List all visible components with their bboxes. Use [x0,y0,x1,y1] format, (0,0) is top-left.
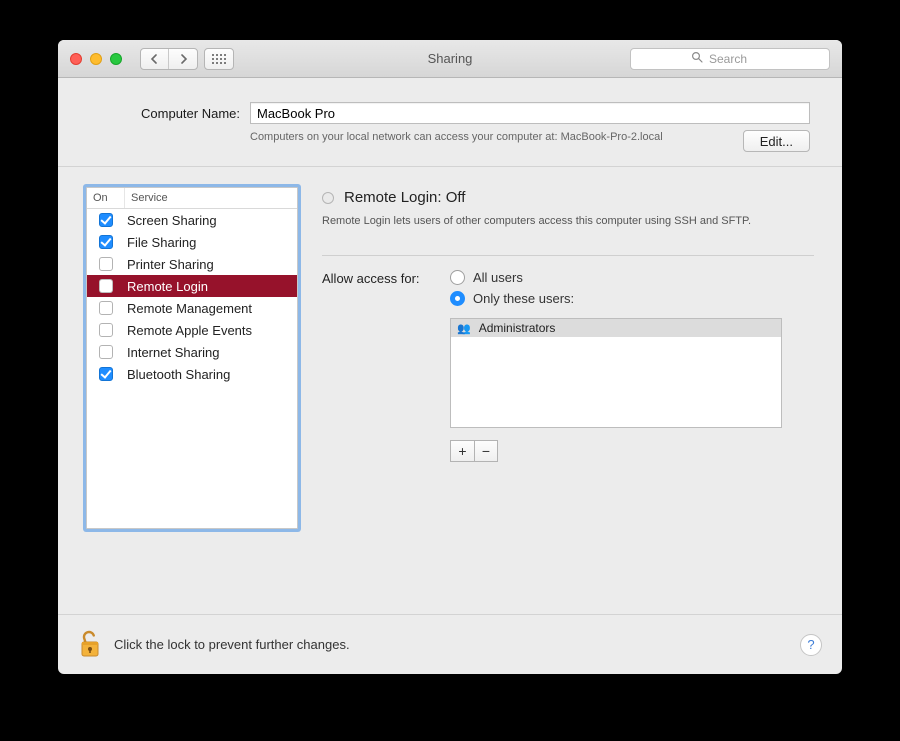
service-checkbox[interactable] [99,323,113,337]
service-checkbox[interactable] [99,235,113,249]
services-header-on: On [87,188,125,208]
service-row-remote-apple-events[interactable]: Remote Apple Events [87,319,297,341]
computer-name-section: Computer Name: Computers on your local n… [58,78,842,167]
radio-icon [450,270,465,285]
allowed-user-name: Administrators [479,321,556,335]
service-label: Internet Sharing [125,345,297,360]
show-all-prefpanes-button[interactable] [204,48,234,70]
service-row-internet-sharing[interactable]: Internet Sharing [87,341,297,363]
help-button[interactable]: ? [800,634,822,656]
lock-footer: Click the lock to prevent further change… [58,614,842,674]
service-row-remote-management[interactable]: Remote Management [87,297,297,319]
search-input[interactable] [709,52,769,66]
divider [322,255,814,256]
window-toolbar: Sharing [58,40,842,78]
services-header: On Service [87,188,297,209]
allowed-users-list[interactable]: 👥 Administrators [450,318,782,428]
radio-only-these-users-label: Only these users: [473,291,574,306]
allow-access-label: Allow access for: [322,270,440,286]
forward-button[interactable] [169,49,197,69]
computer-name-label: Computer Name: [90,106,240,121]
service-row-screen-sharing[interactable]: Screen Sharing [87,209,297,231]
toolbar-nav-group [140,48,234,70]
services-header-service: Service [125,188,297,208]
allowed-user-row[interactable]: 👥 Administrators [451,319,781,337]
service-checkbox[interactable] [99,345,113,359]
radio-icon [450,291,465,306]
back-button[interactable] [141,49,169,69]
back-forward-segment [140,48,198,70]
chevron-right-icon [179,54,188,64]
service-checkbox[interactable] [99,301,113,315]
lock-hint-text: Click the lock to prevent further change… [114,637,350,652]
radio-all-users-label: All users [473,270,523,285]
service-status-description: Remote Login lets users of other compute… [322,214,752,229]
status-indicator-icon [322,192,334,204]
chevron-left-icon [150,54,159,64]
service-checkbox[interactable] [99,213,113,227]
service-detail-pane: Remote Login: Off Remote Login lets user… [322,187,814,614]
services-list[interactable]: On Service Screen Sharing File Sharing Pri… [86,187,298,529]
service-label: File Sharing [125,235,297,250]
radio-only-these-users[interactable]: Only these users: [450,291,782,306]
service-label: Bluetooth Sharing [125,367,297,382]
close-window-button[interactable] [70,53,82,65]
service-status-title: Remote Login: Off [344,189,465,206]
service-label: Screen Sharing [125,213,297,228]
minimize-window-button[interactable] [90,53,102,65]
radio-all-users[interactable]: All users [450,270,782,285]
search-icon [691,51,703,66]
service-checkbox[interactable] [99,257,113,271]
service-row-printer-sharing[interactable]: Printer Sharing [87,253,297,275]
traffic-lights [58,53,122,65]
unlock-icon[interactable] [78,630,102,660]
computer-name-input[interactable] [250,102,810,124]
people-icon: 👥 [457,322,471,335]
add-user-button[interactable]: + [450,440,474,462]
service-label: Remote Apple Events [125,323,297,338]
grid-icon [212,54,226,64]
service-checkbox[interactable] [99,367,113,381]
remove-user-button[interactable]: − [474,440,498,462]
service-label: Remote Management [125,301,297,316]
service-row-bluetooth-sharing[interactable]: Bluetooth Sharing [87,363,297,385]
service-checkbox[interactable] [99,279,113,293]
content-area: On Service Screen Sharing File Sharing Pri… [58,167,842,614]
edit-hostname-button[interactable]: Edit... [743,130,810,152]
computer-name-hint: Computers on your local network can acce… [250,130,733,145]
service-label: Remote Login [125,279,297,294]
service-row-file-sharing[interactable]: File Sharing [87,231,297,253]
zoom-window-button[interactable] [110,53,122,65]
add-remove-user-controls: + − [450,440,782,462]
service-label: Printer Sharing [125,257,297,272]
toolbar-search-field[interactable] [630,48,830,70]
sharing-prefpane-window: Sharing Computer Name: Computers on your… [58,40,842,674]
service-row-remote-login[interactable]: Remote Login [87,275,297,297]
